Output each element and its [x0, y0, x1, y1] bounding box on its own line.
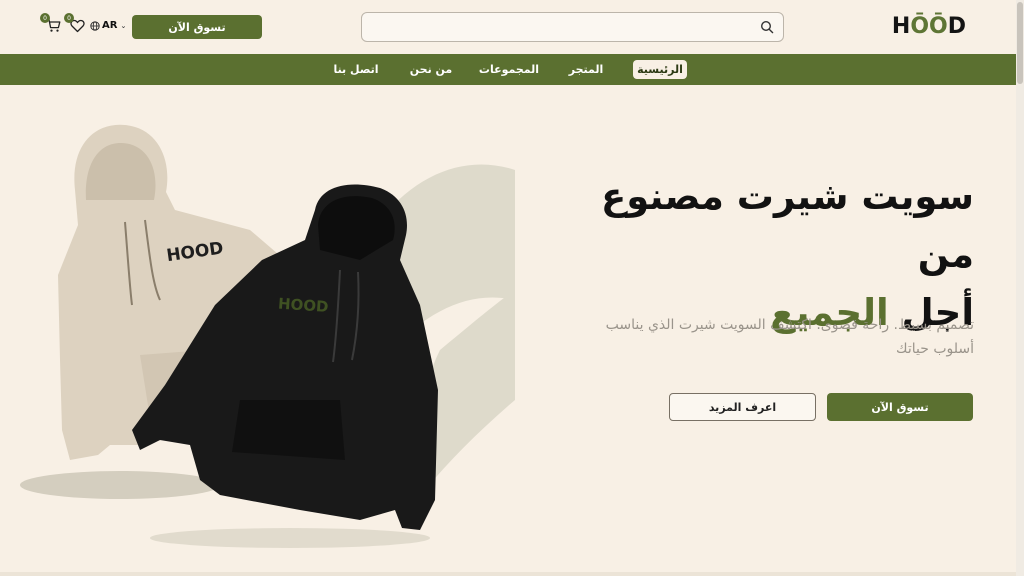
page-scrollbar[interactable]: [1016, 0, 1024, 576]
nav-item-collections[interactable]: المجموعات: [476, 60, 542, 79]
cart-button[interactable]: 0: [40, 13, 62, 34]
brand-logo[interactable]: HŌŌD: [892, 14, 966, 39]
svg-text:HOOD: HOOD: [277, 294, 329, 315]
nav-item-shop[interactable]: المتجر: [562, 60, 610, 79]
main-nav: الرئيسية المتجر المجموعات من نحن اتصل بن…: [0, 54, 1016, 85]
search-icon[interactable]: [760, 20, 774, 34]
header-shop-now-button[interactable]: تسوق الآن: [132, 15, 262, 39]
hero-hoodies-image: HOOD HOOD: [20, 124, 515, 548]
language-selector[interactable]: AR ⌄: [90, 20, 126, 31]
site-header: HŌŌD تسوق الآن AR ⌄ 0 0: [0, 0, 1016, 54]
globe-icon: [90, 20, 100, 31]
nav-item-about[interactable]: من نحن: [405, 60, 457, 79]
search-input[interactable]: [361, 12, 784, 42]
scrollbar-thumb[interactable]: [1017, 2, 1023, 84]
cart-count-badge: 0: [40, 13, 50, 23]
learn-more-button[interactable]: اعرف المزيد: [669, 393, 816, 421]
hero-description: تصميم بسيط. راحة قصوى. اكتشف السويت شيرت…: [605, 317, 974, 357]
chevron-down-icon: ⌄: [120, 21, 127, 30]
hero-title-line-1: سويت شيرت مصنوع من: [600, 175, 974, 276]
wishlist-count-badge: 0: [64, 13, 74, 23]
logo-oo: ŌŌ: [910, 14, 948, 39]
logo-prefix: H: [891, 14, 911, 39]
wishlist-button[interactable]: 0: [64, 13, 86, 34]
nav-item-home[interactable]: الرئيسية: [633, 60, 687, 79]
section-divider: [0, 572, 1016, 576]
language-code: AR: [102, 20, 118, 31]
logo-suffix: D: [947, 14, 966, 39]
hero-shop-now-button[interactable]: تسوق الآن: [827, 393, 973, 421]
nav-item-contact[interactable]: اتصل بنا: [327, 60, 385, 79]
